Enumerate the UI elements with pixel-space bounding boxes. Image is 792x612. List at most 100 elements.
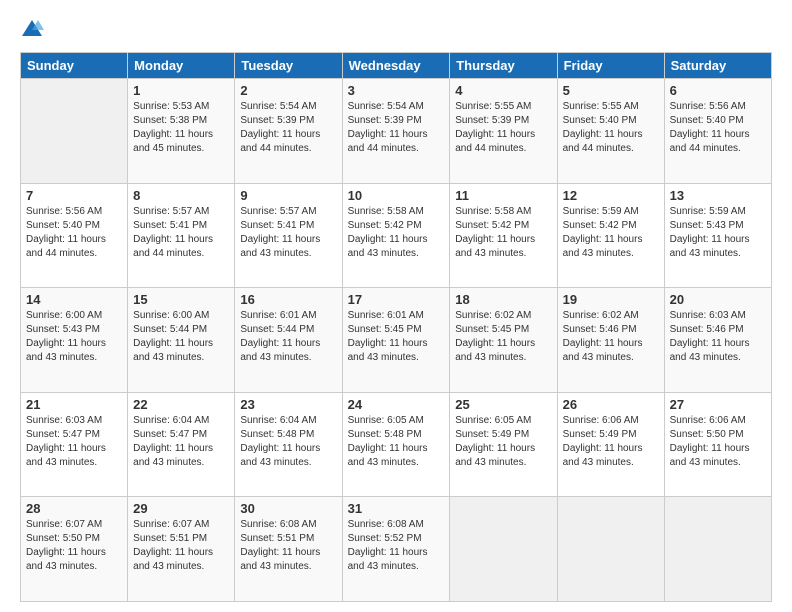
weekday-header-friday: Friday xyxy=(557,53,664,79)
day-info: Sunrise: 6:02 AM Sunset: 5:45 PM Dayligh… xyxy=(455,309,551,365)
day-info: Sunrise: 6:01 AM Sunset: 5:45 PM Dayligh… xyxy=(348,309,445,365)
calendar-cell: 10 Sunrise: 5:58 AM Sunset: 5:42 PM Dayli… xyxy=(342,183,450,288)
day-info: Sunrise: 6:08 AM Sunset: 5:51 PM Dayligh… xyxy=(240,518,336,574)
day-info: Sunrise: 6:03 AM Sunset: 5:46 PM Dayligh… xyxy=(670,309,766,365)
calendar-cell: 11 Sunrise: 5:58 AM Sunset: 5:42 PM Dayli… xyxy=(450,183,557,288)
day-info: Sunrise: 5:58 AM Sunset: 5:42 PM Dayligh… xyxy=(455,205,551,261)
day-info: Sunrise: 6:04 AM Sunset: 5:48 PM Dayligh… xyxy=(240,414,336,470)
page: SundayMondayTuesdayWednesdayThursdayFrid… xyxy=(0,0,792,612)
day-info: Sunrise: 5:54 AM Sunset: 5:39 PM Dayligh… xyxy=(348,100,445,156)
logo xyxy=(20,18,48,42)
day-info: Sunrise: 5:59 AM Sunset: 5:42 PM Dayligh… xyxy=(563,205,659,261)
calendar-week-row: 21 Sunrise: 6:03 AM Sunset: 5:47 PM Dayli… xyxy=(21,392,772,497)
calendar-cell: 3 Sunrise: 5:54 AM Sunset: 5:39 PM Daylig… xyxy=(342,79,450,184)
calendar-body: 1Sunrise: 5:53 AM Sunset: 5:38 PM Daylig… xyxy=(21,79,772,602)
day-info: Sunrise: 6:07 AM Sunset: 5:50 PM Dayligh… xyxy=(26,518,122,574)
day-info: Sunrise: 6:06 AM Sunset: 5:49 PM Dayligh… xyxy=(563,414,659,470)
calendar-cell: 18Sunrise: 6:02 AM Sunset: 5:45 PM Dayli… xyxy=(450,288,557,393)
day-number: 30 xyxy=(240,501,336,516)
calendar-cell: 8 Sunrise: 5:57 AM Sunset: 5:41 PM Daylig… xyxy=(128,183,235,288)
day-info: Sunrise: 5:57 AM Sunset: 5:41 PM Dayligh… xyxy=(133,205,229,261)
calendar-cell: 21 Sunrise: 6:03 AM Sunset: 5:47 PM Dayli… xyxy=(21,392,128,497)
calendar-cell: 9 Sunrise: 5:57 AM Sunset: 5:41 PM Daylig… xyxy=(235,183,342,288)
day-info: Sunrise: 6:01 AM Sunset: 5:44 PM Dayligh… xyxy=(240,309,336,365)
day-info: Sunrise: 6:03 AM Sunset: 5:47 PM Dayligh… xyxy=(26,414,122,470)
day-info: Sunrise: 5:53 AM Sunset: 5:38 PM Dayligh… xyxy=(133,100,229,156)
day-number: 13 xyxy=(670,188,766,203)
day-number: 3 xyxy=(348,83,445,98)
day-info: Sunrise: 5:54 AM Sunset: 5:39 PM Dayligh… xyxy=(240,100,336,156)
calendar-cell xyxy=(450,497,557,602)
day-number: 23 xyxy=(240,397,336,412)
calendar-cell: 13 Sunrise: 5:59 AM Sunset: 5:43 PM Dayli… xyxy=(664,183,771,288)
day-info: Sunrise: 6:04 AM Sunset: 5:47 PM Dayligh… xyxy=(133,414,229,470)
day-info: Sunrise: 5:55 AM Sunset: 5:40 PM Dayligh… xyxy=(563,100,659,156)
calendar-week-row: 14Sunrise: 6:00 AM Sunset: 5:43 PM Dayli… xyxy=(21,288,772,393)
day-info: Sunrise: 6:06 AM Sunset: 5:50 PM Dayligh… xyxy=(670,414,766,470)
day-number: 12 xyxy=(563,188,659,203)
day-info: Sunrise: 6:00 AM Sunset: 5:43 PM Dayligh… xyxy=(26,309,122,365)
weekday-header-sunday: Sunday xyxy=(21,53,128,79)
calendar-cell xyxy=(664,497,771,602)
day-number: 24 xyxy=(348,397,445,412)
day-number: 31 xyxy=(348,501,445,516)
day-number: 26 xyxy=(563,397,659,412)
day-number: 10 xyxy=(348,188,445,203)
header xyxy=(20,18,772,42)
day-info: Sunrise: 6:02 AM Sunset: 5:46 PM Dayligh… xyxy=(563,309,659,365)
calendar-header: SundayMondayTuesdayWednesdayThursdayFrid… xyxy=(21,53,772,79)
day-info: Sunrise: 6:05 AM Sunset: 5:48 PM Dayligh… xyxy=(348,414,445,470)
calendar-cell: 29 Sunrise: 6:07 AM Sunset: 5:51 PM Dayli… xyxy=(128,497,235,602)
day-info: Sunrise: 5:56 AM Sunset: 5:40 PM Dayligh… xyxy=(26,205,122,261)
calendar: SundayMondayTuesdayWednesdayThursdayFrid… xyxy=(20,52,772,602)
day-number: 25 xyxy=(455,397,551,412)
day-number: 22 xyxy=(133,397,229,412)
weekday-header-saturday: Saturday xyxy=(664,53,771,79)
calendar-week-row: 28Sunrise: 6:07 AM Sunset: 5:50 PM Dayli… xyxy=(21,497,772,602)
day-info: Sunrise: 5:56 AM Sunset: 5:40 PM Dayligh… xyxy=(670,100,766,156)
calendar-cell: 12 Sunrise: 5:59 AM Sunset: 5:42 PM Dayli… xyxy=(557,183,664,288)
calendar-cell: 16Sunrise: 6:01 AM Sunset: 5:44 PM Dayli… xyxy=(235,288,342,393)
calendar-cell: 7Sunrise: 5:56 AM Sunset: 5:40 PM Daylig… xyxy=(21,183,128,288)
logo-icon xyxy=(20,18,44,42)
calendar-cell: 31 Sunrise: 6:08 AM Sunset: 5:52 PM Dayli… xyxy=(342,497,450,602)
day-info: Sunrise: 5:55 AM Sunset: 5:39 PM Dayligh… xyxy=(455,100,551,156)
day-info: Sunrise: 6:08 AM Sunset: 5:52 PM Dayligh… xyxy=(348,518,445,574)
calendar-cell: 24 Sunrise: 6:05 AM Sunset: 5:48 PM Dayli… xyxy=(342,392,450,497)
weekday-header-tuesday: Tuesday xyxy=(235,53,342,79)
calendar-cell: 1Sunrise: 5:53 AM Sunset: 5:38 PM Daylig… xyxy=(128,79,235,184)
day-number: 6 xyxy=(670,83,766,98)
calendar-cell: 28Sunrise: 6:07 AM Sunset: 5:50 PM Dayli… xyxy=(21,497,128,602)
day-number: 19 xyxy=(563,292,659,307)
calendar-cell: 20Sunrise: 6:03 AM Sunset: 5:46 PM Dayli… xyxy=(664,288,771,393)
weekday-header-thursday: Thursday xyxy=(450,53,557,79)
calendar-cell: 2Sunrise: 5:54 AM Sunset: 5:39 PM Daylig… xyxy=(235,79,342,184)
day-info: Sunrise: 6:07 AM Sunset: 5:51 PM Dayligh… xyxy=(133,518,229,574)
day-info: Sunrise: 5:59 AM Sunset: 5:43 PM Dayligh… xyxy=(670,205,766,261)
calendar-cell: 14Sunrise: 6:00 AM Sunset: 5:43 PM Dayli… xyxy=(21,288,128,393)
day-number: 29 xyxy=(133,501,229,516)
calendar-cell: 5Sunrise: 5:55 AM Sunset: 5:40 PM Daylig… xyxy=(557,79,664,184)
calendar-cell: 23 Sunrise: 6:04 AM Sunset: 5:48 PM Dayli… xyxy=(235,392,342,497)
weekday-header-monday: Monday xyxy=(128,53,235,79)
day-info: Sunrise: 5:57 AM Sunset: 5:41 PM Dayligh… xyxy=(240,205,336,261)
day-number: 8 xyxy=(133,188,229,203)
day-number: 17 xyxy=(348,292,445,307)
calendar-cell: 27Sunrise: 6:06 AM Sunset: 5:50 PM Dayli… xyxy=(664,392,771,497)
day-info: Sunrise: 5:58 AM Sunset: 5:42 PM Dayligh… xyxy=(348,205,445,261)
day-number: 4 xyxy=(455,83,551,98)
calendar-cell: 30 Sunrise: 6:08 AM Sunset: 5:51 PM Dayli… xyxy=(235,497,342,602)
day-number: 9 xyxy=(240,188,336,203)
calendar-cell: 17 Sunrise: 6:01 AM Sunset: 5:45 PM Dayli… xyxy=(342,288,450,393)
weekday-header-wednesday: Wednesday xyxy=(342,53,450,79)
calendar-cell xyxy=(557,497,664,602)
calendar-cell: 15Sunrise: 6:00 AM Sunset: 5:44 PM Dayli… xyxy=(128,288,235,393)
day-number: 21 xyxy=(26,397,122,412)
calendar-cell: 19 Sunrise: 6:02 AM Sunset: 5:46 PM Dayli… xyxy=(557,288,664,393)
day-number: 11 xyxy=(455,188,551,203)
calendar-cell: 4 Sunrise: 5:55 AM Sunset: 5:39 PM Daylig… xyxy=(450,79,557,184)
calendar-week-row: 7Sunrise: 5:56 AM Sunset: 5:40 PM Daylig… xyxy=(21,183,772,288)
calendar-week-row: 1Sunrise: 5:53 AM Sunset: 5:38 PM Daylig… xyxy=(21,79,772,184)
day-number: 15 xyxy=(133,292,229,307)
calendar-cell: 6 Sunrise: 5:56 AM Sunset: 5:40 PM Daylig… xyxy=(664,79,771,184)
